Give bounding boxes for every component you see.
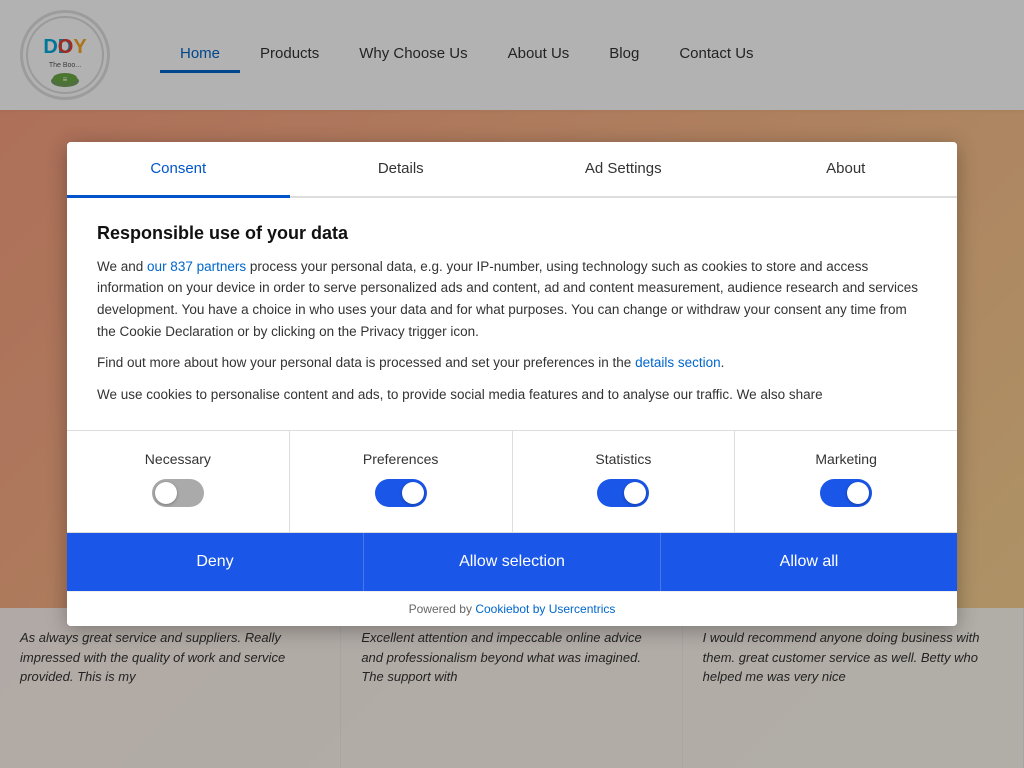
find-more-text: Find out more about how your personal da… xyxy=(97,355,631,370)
consent-buttons: Deny Allow selection Allow all xyxy=(67,532,957,591)
powered-by: Powered by Cookiebot by Usercentrics xyxy=(67,591,957,626)
consent-dialog: Consent Details Ad Settings About Respon… xyxy=(67,142,957,627)
details-section-link[interactable]: details section xyxy=(635,355,721,370)
consent-overlay: Consent Details Ad Settings About Respon… xyxy=(0,0,1024,768)
toggle-preferences-slider xyxy=(375,479,427,507)
consent-intro: We and xyxy=(97,259,143,274)
deny-button[interactable]: Deny xyxy=(67,533,364,591)
consent-body: We and our 837 partners process your per… xyxy=(97,256,927,342)
toggle-marketing: Marketing xyxy=(735,431,957,532)
allow-all-button[interactable]: Allow all xyxy=(661,533,957,591)
consent-title: Responsible use of your data xyxy=(97,223,927,244)
toggle-necessary-switch[interactable] xyxy=(152,479,204,507)
toggle-statistics-switch[interactable] xyxy=(597,479,649,507)
toggle-marketing-slider xyxy=(820,479,872,507)
consent-content-area: Responsible use of your data We and our … xyxy=(67,198,957,431)
tab-ad-settings[interactable]: Ad Settings xyxy=(512,142,735,198)
powered-by-text: Powered by xyxy=(409,602,472,616)
partners-link[interactable]: our 837 partners xyxy=(147,259,246,274)
consent-tabs: Consent Details Ad Settings About xyxy=(67,142,957,198)
toggle-necessary-label: Necessary xyxy=(82,451,274,467)
cookiebot-link[interactable]: Cookiebot by Usercentrics xyxy=(475,602,615,616)
toggle-statistics-slider xyxy=(597,479,649,507)
consent-faded-text: We use cookies to personalise content an… xyxy=(97,384,927,406)
allow-selection-button[interactable]: Allow selection xyxy=(364,533,661,591)
consent-find-more: Find out more about how your personal da… xyxy=(97,352,927,374)
toggle-preferences-label: Preferences xyxy=(305,451,497,467)
toggle-necessary: Necessary xyxy=(67,431,290,532)
toggle-necessary-slider xyxy=(152,479,204,507)
tab-details[interactable]: Details xyxy=(290,142,513,198)
toggle-preferences: Preferences xyxy=(290,431,513,532)
toggle-statistics-label: Statistics xyxy=(528,451,720,467)
toggle-marketing-label: Marketing xyxy=(750,451,942,467)
toggles-row: Necessary Preferences Statistics Marketi… xyxy=(67,430,957,532)
toggle-marketing-switch[interactable] xyxy=(820,479,872,507)
toggle-preferences-switch[interactable] xyxy=(375,479,427,507)
toggle-statistics: Statistics xyxy=(513,431,736,532)
tab-about[interactable]: About xyxy=(735,142,958,198)
tab-consent[interactable]: Consent xyxy=(67,142,290,198)
